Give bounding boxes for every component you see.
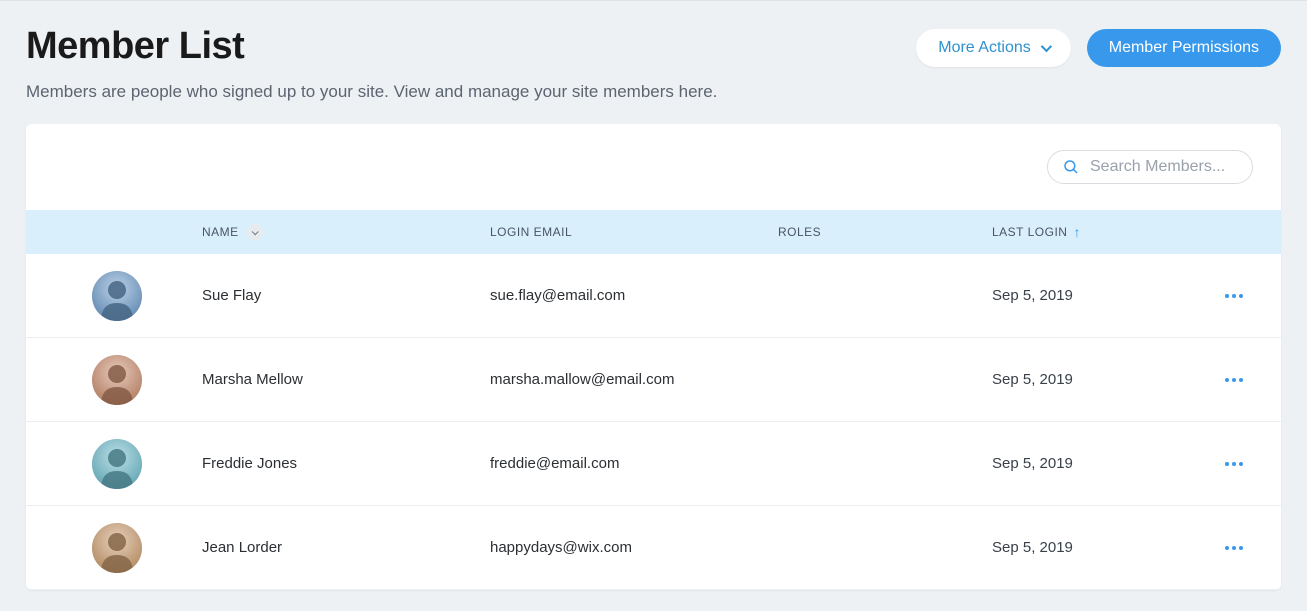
member-last-login: Sep 5, 2019 <box>992 371 1186 388</box>
member-last-login: Sep 5, 2019 <box>992 287 1186 304</box>
search-field[interactable] <box>1047 150 1253 184</box>
avatar <box>92 271 142 321</box>
member-email: marsha.mallow@email.com <box>490 371 778 388</box>
dot-icon <box>1239 462 1243 466</box>
column-header-email[interactable]: LOGIN EMAIL <box>490 225 778 239</box>
member-name: Marsha Mellow <box>202 371 490 388</box>
dot-icon <box>1232 462 1236 466</box>
member-email: freddie@email.com <box>490 455 778 472</box>
table-row[interactable]: Sue Flay sue.flay@email.com Sep 5, 2019 <box>26 254 1281 338</box>
column-roles-label: ROLES <box>778 225 821 239</box>
dot-icon <box>1232 294 1236 298</box>
table-row[interactable]: Jean Lorder happydays@wix.com Sep 5, 201… <box>26 506 1281 590</box>
dot-icon <box>1239 378 1243 382</box>
column-name-label: NAME <box>202 225 239 239</box>
member-name: Freddie Jones <box>202 455 490 472</box>
member-name: Jean Lorder <box>202 539 490 556</box>
member-name: Sue Flay <box>202 287 490 304</box>
table-header: NAME LOGIN EMAIL ROLES LAST LOGIN ↑ <box>26 210 1281 254</box>
dot-icon <box>1232 546 1236 550</box>
dot-icon <box>1225 462 1229 466</box>
table-row[interactable]: Marsha Mellow marsha.mallow@email.com Se… <box>26 338 1281 422</box>
header-actions: More Actions Member Permissions <box>916 29 1281 67</box>
row-actions-button[interactable] <box>1217 538 1251 558</box>
member-permissions-label: Member Permissions <box>1109 39 1259 57</box>
member-permissions-button[interactable]: Member Permissions <box>1087 29 1281 67</box>
member-email: sue.flay@email.com <box>490 287 778 304</box>
member-last-login: Sep 5, 2019 <box>992 539 1186 556</box>
page-title: Member List <box>26 25 244 68</box>
dot-icon <box>1225 378 1229 382</box>
dot-icon <box>1225 294 1229 298</box>
arrow-up-icon: ↑ <box>1073 225 1081 239</box>
row-actions-button[interactable] <box>1217 454 1251 474</box>
row-actions-button[interactable] <box>1217 370 1251 390</box>
table-rows: Sue Flay sue.flay@email.com Sep 5, 2019 … <box>26 254 1281 590</box>
row-actions-button[interactable] <box>1217 286 1251 306</box>
table-row[interactable]: Freddie Jones freddie@email.com Sep 5, 2… <box>26 422 1281 506</box>
column-header-roles[interactable]: ROLES <box>778 225 992 239</box>
sort-toggle-icon[interactable] <box>247 224 263 240</box>
column-last-login-label: LAST LOGIN <box>992 225 1067 239</box>
dot-icon <box>1239 546 1243 550</box>
search-input[interactable] <box>1090 158 1236 176</box>
dot-icon <box>1225 546 1229 550</box>
column-email-label: LOGIN EMAIL <box>490 225 572 239</box>
avatar <box>92 523 142 573</box>
members-panel: NAME LOGIN EMAIL ROLES LAST LOGIN ↑ <box>26 124 1281 590</box>
avatar <box>92 439 142 489</box>
panel-toolbar <box>26 124 1281 210</box>
column-header-name[interactable]: NAME <box>202 224 490 240</box>
page-subtitle: Members are people who signed up to your… <box>26 82 1281 102</box>
more-actions-button[interactable]: More Actions <box>916 29 1070 67</box>
avatar <box>92 355 142 405</box>
more-actions-label: More Actions <box>938 39 1030 57</box>
member-last-login: Sep 5, 2019 <box>992 455 1186 472</box>
member-email: happydays@wix.com <box>490 539 778 556</box>
dot-icon <box>1232 378 1236 382</box>
chevron-down-icon <box>1040 41 1051 52</box>
search-icon <box>1062 158 1080 176</box>
column-header-last-login[interactable]: LAST LOGIN ↑ <box>992 225 1186 239</box>
chevron-down-icon <box>252 228 259 235</box>
dot-icon <box>1239 294 1243 298</box>
